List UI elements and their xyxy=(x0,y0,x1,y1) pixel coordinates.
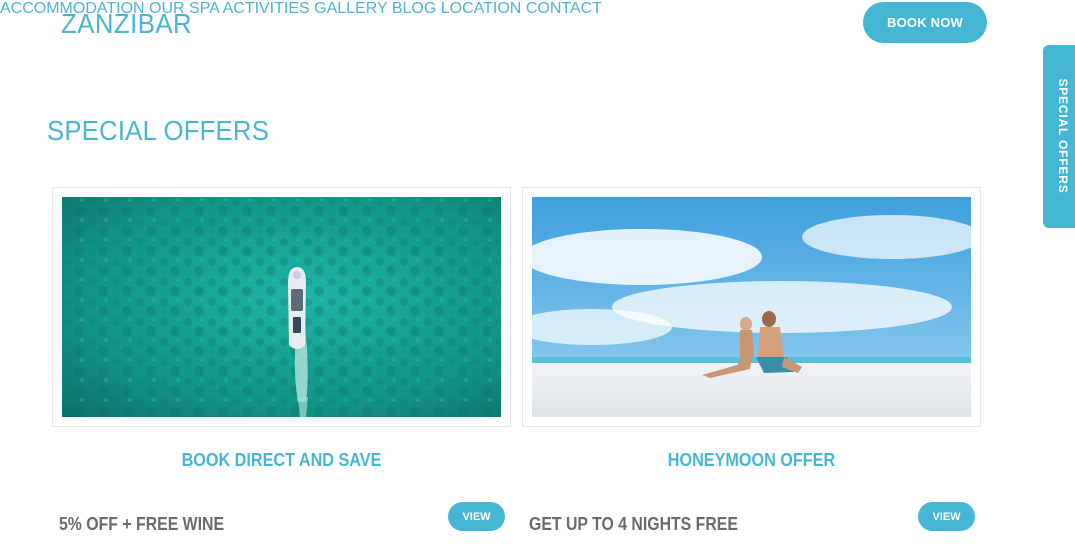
nav-item-activities[interactable]: ACTIVITIES xyxy=(223,0,310,17)
nav-item-location[interactable]: LOCATION xyxy=(441,0,522,17)
book-now-button[interactable]: BOOK NOW xyxy=(863,2,987,43)
offer-title[interactable]: HONEYMOON OFFER xyxy=(545,450,958,471)
page-title: SPECIAL OFFERS xyxy=(47,115,270,146)
side-tab-label: SPECIAL OFFERS xyxy=(1056,78,1070,194)
site-logo[interactable]: ZANZIBAR xyxy=(61,8,192,40)
special-offers-side-tab[interactable]: SPECIAL OFFERS xyxy=(1043,45,1075,228)
nav-item-contact[interactable]: CONTACT xyxy=(526,0,602,17)
header: ZANZIBAR ACCOMMODATION OUR SPA ACTIVITIE… xyxy=(0,0,1075,43)
nav-item-gallery[interactable]: GALLERY xyxy=(314,0,387,17)
offer-subtitle: 5% OFF + FREE WINE xyxy=(59,514,225,534)
offer-image-beach-couple xyxy=(532,197,971,417)
offer-card-image-frame[interactable] xyxy=(52,187,511,427)
nav-item-blog[interactable]: BLOG xyxy=(392,0,436,17)
offer-title[interactable]: BOOK DIRECT AND SAVE xyxy=(75,450,488,471)
view-offer-button[interactable]: VIEW xyxy=(448,502,505,531)
offer-subtitle: GET UP TO 4 NIGHTS FREE xyxy=(529,514,738,534)
view-offer-button[interactable]: VIEW xyxy=(918,502,975,531)
offer-card-image-frame[interactable] xyxy=(522,187,981,427)
offer-image-boat xyxy=(62,197,501,417)
